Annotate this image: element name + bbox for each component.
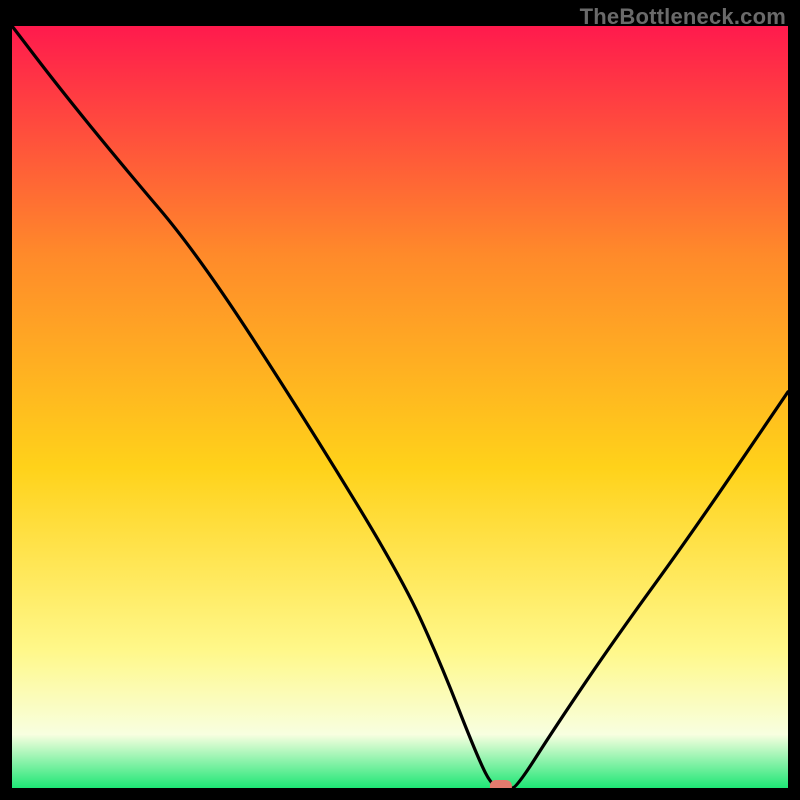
watermark-label: TheBottleneck.com — [580, 4, 786, 30]
bottleneck-chart — [12, 26, 788, 788]
gradient-background — [12, 26, 788, 788]
plot-area — [12, 26, 788, 788]
chart-frame: TheBottleneck.com — [0, 0, 800, 800]
optimum-marker — [490, 780, 512, 788]
